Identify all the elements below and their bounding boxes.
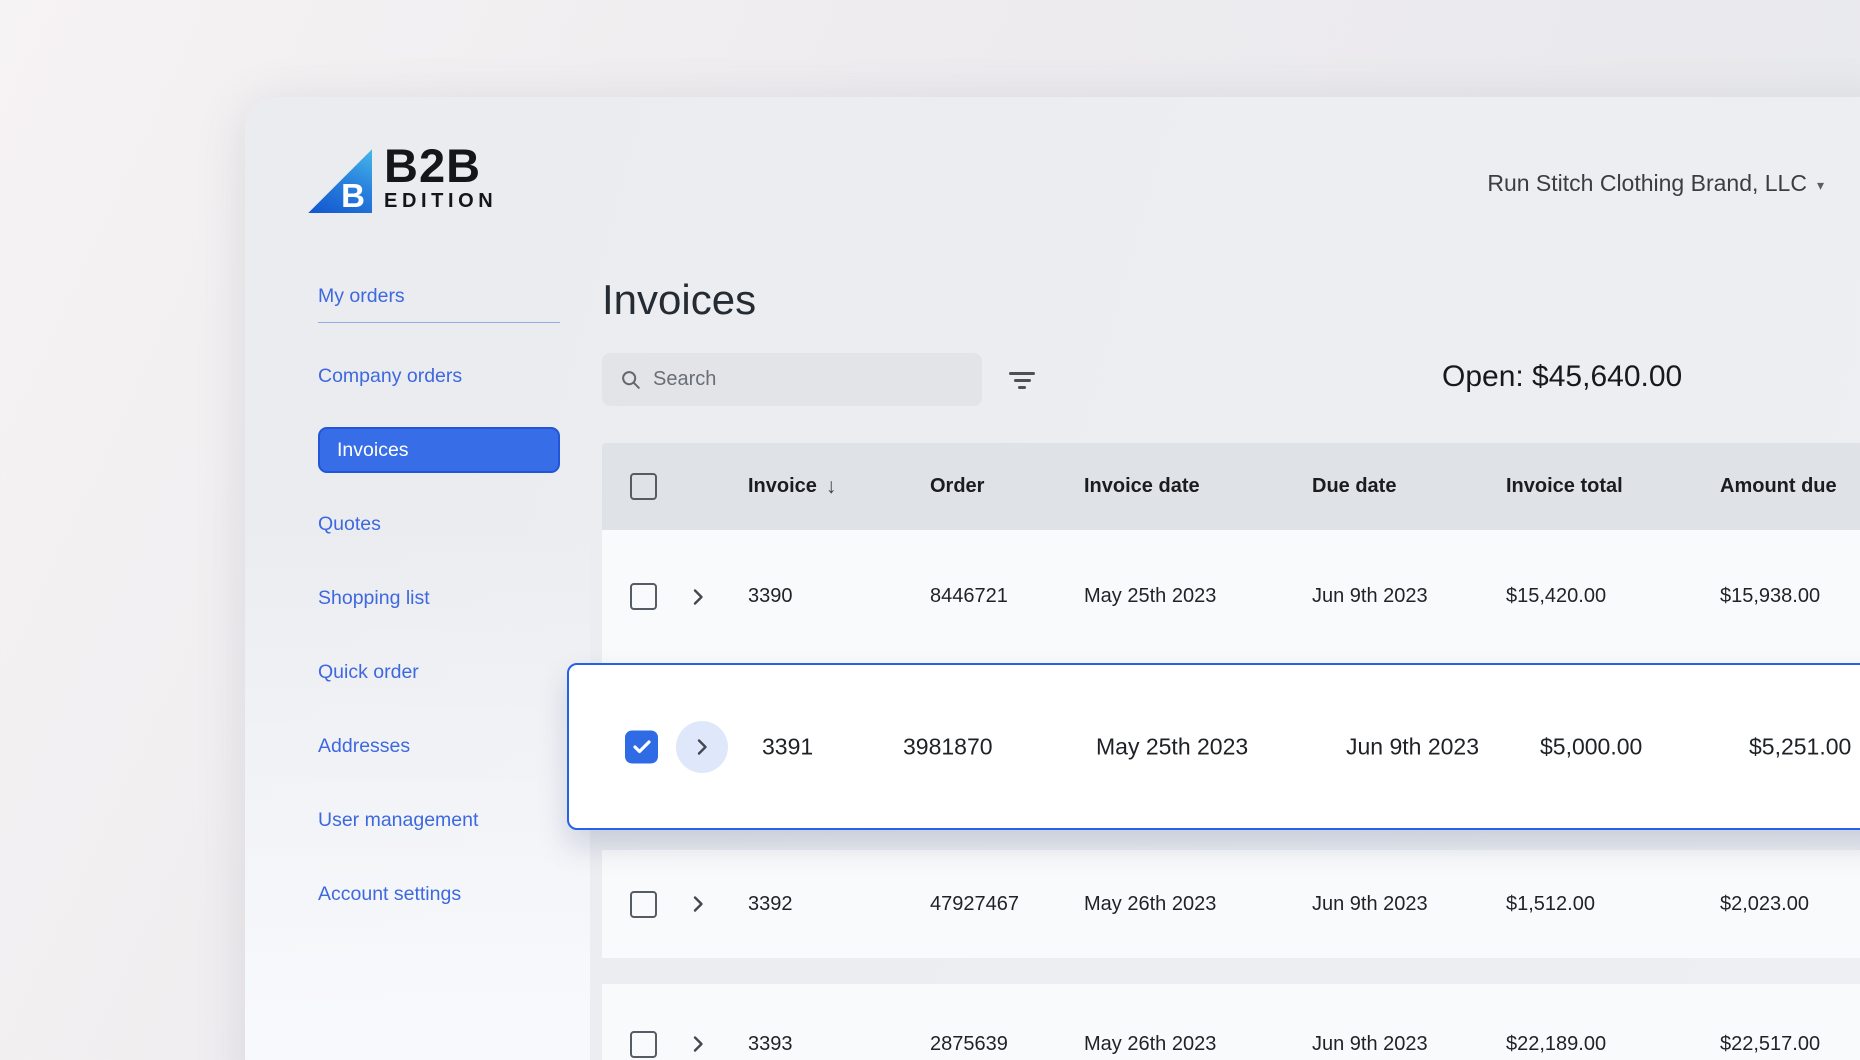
- check-icon: [630, 735, 654, 759]
- sidebar-item-label: Account settings: [318, 883, 461, 906]
- account-name: Run Stitch Clothing Brand, LLC: [1487, 170, 1807, 197]
- sidebar-item-invoices[interactable]: Invoices: [318, 413, 560, 487]
- sidebar-item-quotes[interactable]: Quotes: [318, 487, 560, 561]
- cell-invoice-date: May 26th 2023: [1076, 893, 1304, 916]
- sidebar-item-shopping-list[interactable]: Shopping list: [318, 561, 560, 635]
- cell-invoice: 3390: [740, 585, 922, 608]
- column-header-invoice-total[interactable]: Invoice total: [1498, 475, 1712, 498]
- sidebar-item-label: Company orders: [318, 365, 462, 388]
- sidebar-item-label: Quotes: [318, 513, 381, 536]
- filter-icon: [1009, 372, 1035, 375]
- cell-amount-due: $2,023.00: [1712, 893, 1860, 916]
- sidebar-item-label: Shopping list: [318, 587, 430, 610]
- cell-amount-due: $15,938.00: [1712, 585, 1860, 608]
- sidebar-divider: [318, 322, 560, 323]
- table-row[interactable]: 3390 8446721 May 25th 2023 Jun 9th 2023 …: [602, 530, 1860, 663]
- table-row-selected[interactable]: 3391 3981870 May 25th 2023 Jun 9th 2023 …: [567, 663, 1860, 830]
- sidebar-item-label: My orders: [318, 285, 405, 308]
- search-input[interactable]: [642, 368, 982, 391]
- cell-invoice-date: May 25th 2023: [1076, 585, 1304, 608]
- b2b-edition-logo: B B2B EDITION: [308, 144, 497, 213]
- account-switcher[interactable]: Run Stitch Clothing Brand, LLC ▾: [1487, 170, 1824, 197]
- filter-button[interactable]: [1000, 359, 1044, 401]
- search-icon: [620, 369, 642, 391]
- cell-due-date: Jun 9th 2023: [1304, 585, 1498, 608]
- sidebar-nav: My orders Company orders Invoices Quotes…: [318, 270, 560, 931]
- sidebar-item-account-settings[interactable]: Account settings: [318, 857, 560, 931]
- cell-invoice: 3391: [762, 733, 813, 760]
- cell-order: 8446721: [922, 585, 1076, 608]
- cell-invoice-total: $15,420.00: [1498, 585, 1712, 608]
- cell-amount-due: $22,517.00: [1712, 1033, 1860, 1056]
- chevron-right-icon[interactable]: [686, 585, 710, 609]
- row-checkbox-checked[interactable]: [625, 730, 658, 763]
- column-header-due-date[interactable]: Due date: [1304, 475, 1498, 498]
- cell-invoice-total: $22,189.00: [1498, 1033, 1712, 1056]
- row-checkbox[interactable]: [630, 583, 657, 610]
- chevron-right-icon[interactable]: [686, 892, 710, 916]
- row-checkbox[interactable]: [630, 891, 657, 918]
- column-header-amount-due[interactable]: Amount due: [1712, 475, 1860, 498]
- logo-wordmark: B2B EDITION: [384, 144, 497, 213]
- cell-due-date: Jun 9th 2023: [1346, 733, 1479, 760]
- column-header-invoice[interactable]: Invoice ↓: [740, 475, 922, 499]
- caret-down-icon: ▾: [1817, 174, 1824, 194]
- table-row[interactable]: 3392 47927467 May 26th 2023 Jun 9th 2023…: [602, 850, 1860, 958]
- sidebar-item-invoices-active-pill[interactable]: Invoices: [318, 427, 560, 473]
- logo-line1: B2B: [384, 144, 497, 187]
- cell-order: 3981870: [903, 733, 993, 760]
- cell-invoice-date: May 25th 2023: [1096, 733, 1248, 760]
- sort-descending-icon[interactable]: ↓: [826, 475, 837, 499]
- cell-order: 2875639: [922, 1033, 1076, 1056]
- sidebar-item-label: Quick order: [318, 661, 419, 684]
- search-input-wrapper: [602, 353, 982, 406]
- table-row[interactable]: 3393 2875639 May 26th 2023 Jun 9th 2023 …: [602, 984, 1860, 1060]
- cell-due-date: Jun 9th 2023: [1304, 1033, 1498, 1056]
- table-header: Invoice ↓ Order Invoice date Due date In…: [602, 443, 1860, 530]
- cell-invoice: 3393: [740, 1033, 922, 1056]
- logo-line2: EDITION: [384, 190, 497, 213]
- sidebar-item-company-orders[interactable]: Company orders: [318, 339, 560, 413]
- cell-invoice-date: May 26th 2023: [1076, 1033, 1304, 1056]
- sidebar-item-quick-order[interactable]: Quick order: [318, 635, 560, 709]
- chevron-right-icon[interactable]: [686, 1032, 710, 1056]
- sidebar-item-user-management[interactable]: User management: [318, 783, 560, 857]
- cell-due-date: Jun 9th 2023: [1304, 893, 1498, 916]
- page-title: Invoices: [602, 276, 756, 324]
- column-header-invoice-date[interactable]: Invoice date: [1076, 475, 1304, 498]
- chevron-right-icon: [690, 735, 714, 759]
- row-checkbox[interactable]: [630, 1031, 657, 1058]
- cell-invoice-total: $5,000.00: [1540, 733, 1642, 760]
- sidebar-item-label: User management: [318, 809, 478, 832]
- expand-row-button[interactable]: [676, 721, 728, 773]
- b2b-logo-triangle-icon: B: [308, 149, 372, 213]
- open-total: Open: $45,640.00: [1442, 360, 1682, 394]
- cell-invoice-total: $1,512.00: [1498, 893, 1712, 916]
- sidebar-item-label: Addresses: [318, 735, 410, 758]
- cell-order: 47927467: [922, 893, 1076, 916]
- column-header-order[interactable]: Order: [922, 475, 1076, 498]
- select-all-checkbox[interactable]: [630, 473, 657, 500]
- sidebar-item-my-orders[interactable]: My orders: [318, 270, 560, 322]
- cell-invoice: 3392: [740, 893, 922, 916]
- cell-amount-due: $5,251.00: [1749, 733, 1851, 760]
- sidebar-item-label: Invoices: [337, 439, 409, 462]
- sidebar-item-addresses[interactable]: Addresses: [318, 709, 560, 783]
- logo-letter: B: [341, 179, 365, 212]
